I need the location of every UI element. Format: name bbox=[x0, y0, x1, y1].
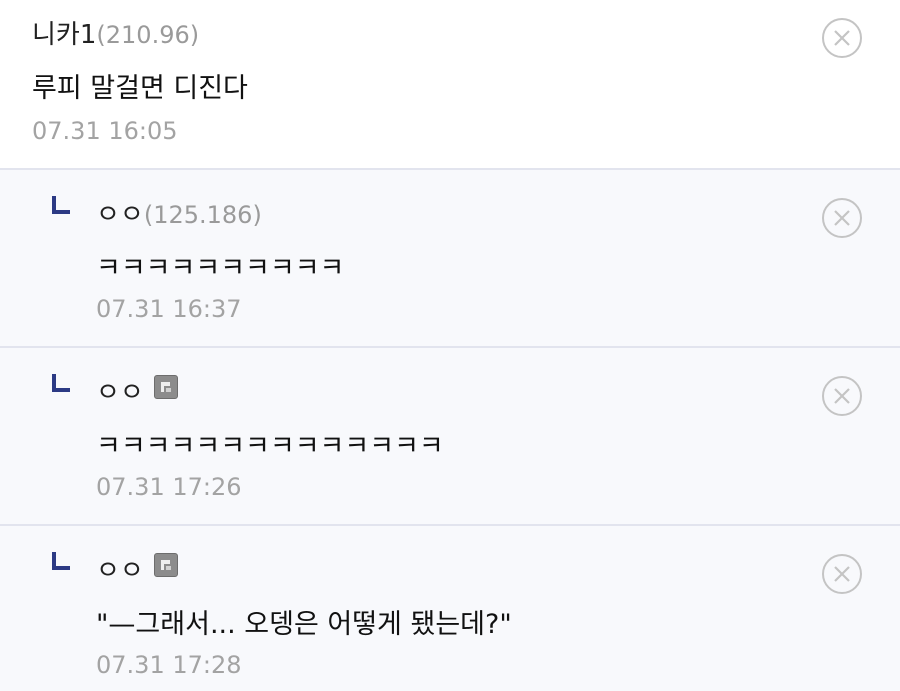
comment-ip: (210.96) bbox=[96, 21, 200, 49]
comment-header: 니카1 (210.96) bbox=[32, 14, 199, 51]
comment-nickname[interactable]: ㅇㅇ bbox=[96, 372, 144, 409]
delete-comment-button[interactable] bbox=[822, 554, 862, 594]
delete-comment-button[interactable] bbox=[822, 198, 862, 238]
comment-text: "—그래서... 오뎅은 어떻게 됐는데?" bbox=[96, 609, 512, 640]
comment-header: ㅇㅇ bbox=[96, 550, 178, 587]
reply-arrow-icon bbox=[52, 196, 70, 214]
comment-header: ㅇㅇ (125.186) bbox=[96, 194, 262, 231]
comment-nickname[interactable]: 니카1 bbox=[32, 14, 96, 51]
close-circle-icon bbox=[834, 388, 850, 404]
fixed-nick-icon bbox=[153, 552, 178, 577]
reply-item: ㅇㅇ "—그래서... 오뎅은 어떻게 됐는데?" 07.31 17:28 bbox=[0, 526, 900, 691]
reply-item: ㅇㅇ ㅋㅋㅋㅋㅋㅋㅋㅋㅋㅋㅋㅋㅋㅋ 07.31 17:26 bbox=[0, 348, 900, 526]
close-circle-icon bbox=[834, 30, 850, 46]
comment-thread: 니카1 (210.96) 루피 말걸면 디진다 07.31 16:05 ㅇㅇ (… bbox=[0, 0, 900, 691]
delete-comment-button[interactable] bbox=[822, 18, 862, 58]
comment-date: 07.31 16:05 bbox=[32, 117, 178, 145]
comment-nickname[interactable]: ㅇㅇ bbox=[96, 550, 144, 587]
comment-date: 07.31 17:28 bbox=[96, 651, 242, 679]
reply-arrow-icon bbox=[52, 552, 70, 570]
reply-item: ㅇㅇ (125.186) ㅋㅋㅋㅋㅋㅋㅋㅋㅋㅋ 07.31 16:37 bbox=[0, 170, 900, 348]
comment-header: ㅇㅇ bbox=[96, 372, 178, 409]
comment-text: 루피 말걸면 디진다 bbox=[32, 73, 248, 104]
fixed-nick-icon bbox=[153, 374, 178, 399]
comment-date: 07.31 17:26 bbox=[96, 473, 242, 501]
close-circle-icon bbox=[834, 210, 850, 226]
comment-text: ㅋㅋㅋㅋㅋㅋㅋㅋㅋㅋㅋㅋㅋㅋ bbox=[96, 431, 444, 462]
reply-arrow-icon bbox=[52, 374, 70, 392]
comment-ip: (125.186) bbox=[143, 201, 262, 229]
comment-date: 07.31 16:37 bbox=[96, 295, 242, 323]
delete-comment-button[interactable] bbox=[822, 376, 862, 416]
comment-item: 니카1 (210.96) 루피 말걸면 디진다 07.31 16:05 bbox=[0, 0, 900, 170]
close-circle-icon bbox=[834, 566, 850, 582]
comment-text: ㅋㅋㅋㅋㅋㅋㅋㅋㅋㅋ bbox=[96, 253, 345, 284]
comment-nickname[interactable]: ㅇㅇ bbox=[96, 194, 144, 231]
